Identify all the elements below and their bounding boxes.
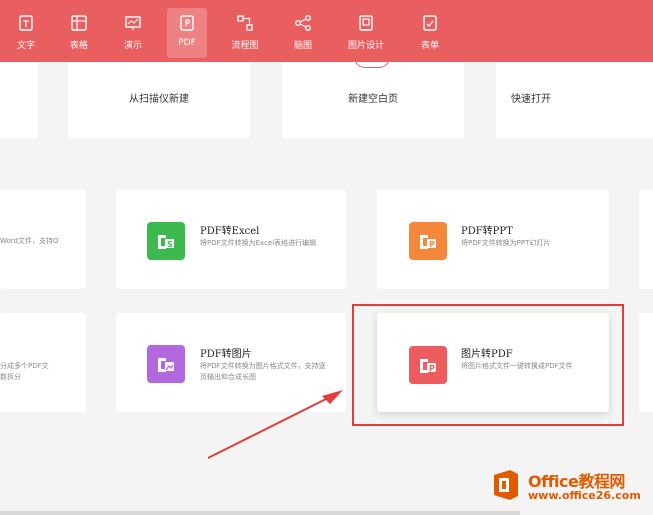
office-logo-icon bbox=[494, 470, 518, 500]
annotation-arrow-icon bbox=[207, 390, 343, 459]
watermark-url: www.office26.com bbox=[528, 489, 641, 502]
horizontal-scrollbar[interactable] bbox=[0, 511, 520, 515]
